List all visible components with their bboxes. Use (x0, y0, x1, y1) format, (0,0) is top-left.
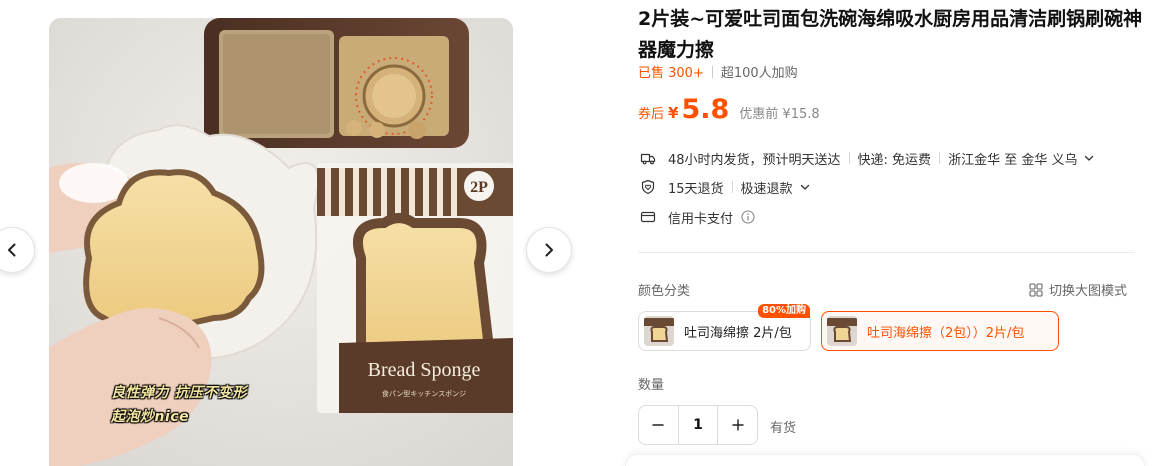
sku-thumbnail (827, 316, 857, 346)
color-category-label: 颜色分类 (638, 284, 691, 299)
shipping-time: 48小时内发货，预计明天送达 (668, 152, 841, 168)
credit-card-icon (640, 209, 656, 225)
info-icon[interactable] (741, 210, 755, 224)
chevron-down-icon[interactable] (1083, 152, 1095, 164)
increment-button[interactable] (718, 406, 757, 444)
sold-count: 已售 300+ (638, 66, 704, 81)
image-caption-line2: 起泡炒nice (111, 409, 190, 425)
package-subtitle: 食パン型キッチンスポンジ (382, 389, 466, 398)
decrement-button[interactable] (639, 406, 678, 444)
divider (939, 152, 941, 164)
truck-icon (640, 150, 656, 166)
image-caption-line1: 良性弹力 抗压不变形 (111, 385, 247, 401)
product-title: 2片装~可爱吐司面包洗碗海绵吸水厨房用品清洁刷锅刷碗神器魔力擦 (638, 8, 1143, 61)
gallery-prev-button[interactable] (0, 227, 35, 273)
original-price: 优惠前 ¥15.8 (739, 107, 820, 122)
switch-large-image-mode[interactable]: 切换大图模式 (1029, 280, 1127, 299)
sku-label: 吐司海绵擦（2包））2片/包 (867, 325, 1025, 341)
divider (711, 65, 713, 78)
shipping-row[interactable]: 48小时内发货，预计明天送达 快递: 免运费 浙江金华 至 金华 义乌 (640, 148, 1095, 168)
grid-icon (1029, 282, 1043, 297)
popular-badge: 80%加购 (758, 304, 810, 318)
package-badge: 2P (470, 179, 488, 196)
package-title: Bread Sponge (368, 359, 481, 381)
quantity-value[interactable]: 1 (677, 406, 719, 444)
sku-option[interactable]: 吐司海绵擦 2片/包 80%加购 (638, 304, 811, 351)
sku-option-selected[interactable]: 吐司海绵擦（2包））2片/包 (821, 311, 1059, 351)
return-policy: 15天退货 (668, 181, 724, 197)
plus-icon (731, 419, 744, 431)
payment-method: 信用卡支付 (668, 211, 734, 227)
divider (848, 152, 850, 164)
bottom-panel (625, 454, 1145, 466)
returns-row[interactable]: 15天退货 极速退款 (640, 177, 811, 197)
chevron-down-icon[interactable] (799, 181, 811, 193)
divider (731, 181, 733, 193)
quantity-label: 数量 (638, 378, 665, 393)
stock-status: 有货 (770, 421, 797, 436)
section-divider (638, 252, 1135, 253)
minus-icon (652, 424, 665, 426)
switch-mode-label: 切换大图模式 (1049, 284, 1128, 299)
payment-row: 信用卡支付 (640, 207, 755, 227)
shield-heart-icon (640, 179, 656, 195)
sku-label: 吐司海绵擦 2片/包 (684, 325, 792, 341)
gallery-next-button[interactable] (526, 227, 572, 273)
refund-policy: 极速退款 (740, 181, 793, 197)
sku-thumbnail (644, 316, 674, 346)
price-row: 券后 ¥ 5.8 优惠前 ¥15.8 (638, 94, 820, 125)
shipping-route: 浙江金华 至 金华 义乌 (948, 152, 1078, 168)
currency-symbol: ¥ (668, 104, 679, 122)
cart-add-count: 超100人加购 (720, 66, 798, 81)
product-image-gallery[interactable]: 2P Bread Sponge 食パン型キッチンスポンジ 良性弹力 抗压不变形 … (49, 18, 513, 466)
freight-info: 快递: 免运费 (857, 152, 932, 168)
quantity-stepper[interactable]: 1 (638, 405, 758, 445)
chevron-left-icon (8, 243, 16, 257)
coupon-price: 5.8 (681, 94, 730, 125)
chevron-right-icon (545, 243, 553, 257)
coupon-label: 券后 (638, 107, 665, 122)
sales-info: 已售 300+ 超100人加购 (638, 62, 798, 81)
